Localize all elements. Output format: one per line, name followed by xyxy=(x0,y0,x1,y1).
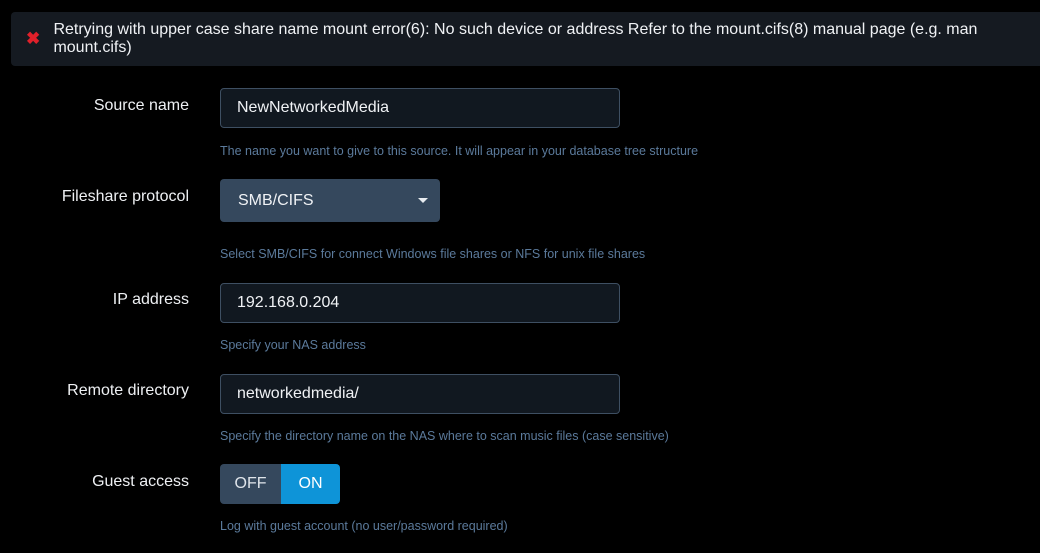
toggle-on[interactable]: ON xyxy=(281,464,340,504)
protocol-select[interactable]: SMB/CIFS xyxy=(220,179,440,222)
remote-dir-label: Remote directory xyxy=(67,382,189,399)
ip-help: Specify your NAS address xyxy=(220,338,366,352)
error-alert: ✖ Retrying with upper case share name mo… xyxy=(11,12,1040,66)
close-icon: ✖ xyxy=(26,29,41,48)
protocol-value: SMB/CIFS xyxy=(238,191,314,209)
protocol-label: Fileshare protocol xyxy=(61,188,189,205)
guest-toggle[interactable]: OFF ON xyxy=(220,464,340,504)
error-message: Retrying with upper case share name moun… xyxy=(53,21,978,56)
protocol-help: Select SMB/CIFS for connect Windows file… xyxy=(220,247,646,261)
ip-input[interactable]: 192.168.0.204 xyxy=(220,283,620,323)
remote-dir-help: Specify the directory name on the NAS wh… xyxy=(220,429,669,443)
source-name-input[interactable]: NewNetworkedMedia xyxy=(220,88,620,128)
caret-down-icon xyxy=(418,198,428,203)
ip-label: IP address xyxy=(112,291,189,308)
remote-dir-input[interactable]: networkedmedia/ xyxy=(220,374,620,414)
source-name-help: The name you want to give to this source… xyxy=(220,144,699,158)
toggle-off[interactable]: OFF xyxy=(220,464,281,504)
guest-help: Log with guest account (no user/password… xyxy=(220,519,508,533)
guest-label: Guest access xyxy=(92,473,189,490)
source-name-label: Source name xyxy=(93,97,189,114)
